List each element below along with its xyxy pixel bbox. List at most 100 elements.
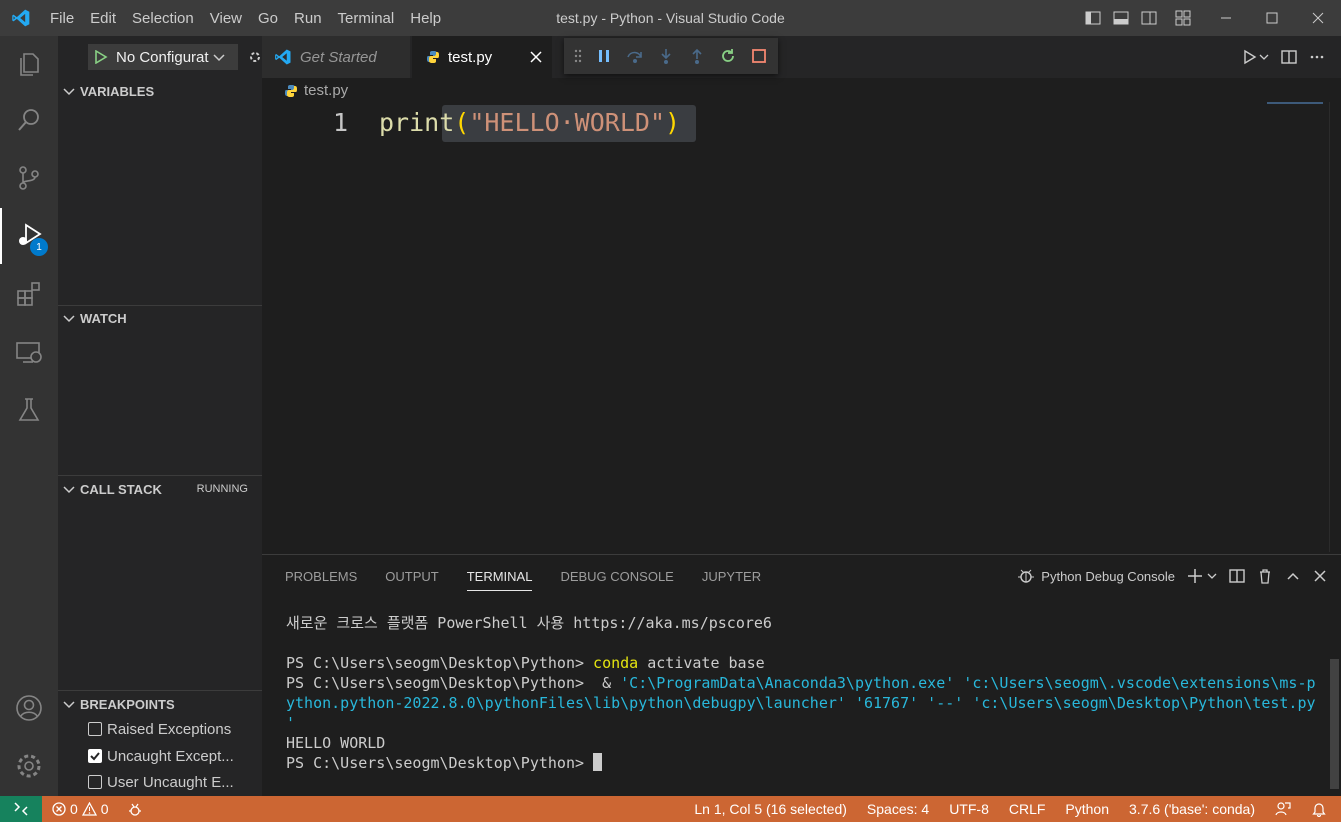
terminal-prompt: PS C:\Users\seogm\Desktop\Python> xyxy=(286,754,594,772)
debug-settings-gear-icon[interactable] xyxy=(248,49,262,65)
debug-configuration-select[interactable]: No Configurat xyxy=(88,44,238,70)
maximize-panel-icon[interactable] xyxy=(1285,568,1301,584)
step-into-icon[interactable] xyxy=(655,45,677,67)
menu-view[interactable]: View xyxy=(202,10,250,27)
tab-jupyter[interactable]: JUPYTER xyxy=(702,569,761,591)
accounts-icon[interactable] xyxy=(0,680,58,736)
variables-section-header[interactable]: VARIABLES xyxy=(58,79,262,103)
step-over-icon[interactable] xyxy=(624,45,646,67)
start-debugging-icon xyxy=(95,50,108,64)
end-of-line[interactable]: CRLF xyxy=(1009,801,1046,817)
call-stack-section-header[interactable]: CALL STACK RUNNING xyxy=(58,477,262,501)
source-control-icon[interactable] xyxy=(0,150,58,206)
testing-icon[interactable] xyxy=(0,382,58,438)
breakpoint-uncaught-exceptions[interactable]: Uncaught Except... xyxy=(88,743,234,769)
more-actions-icon[interactable] xyxy=(1309,49,1325,65)
terminal-output[interactable]: 새로운 크로스 플랫폼 PowerShell 사용 https://aka.ms… xyxy=(286,613,1316,773)
split-terminal-icon[interactable] xyxy=(1229,568,1245,584)
editor-scrollbar[interactable] xyxy=(1329,102,1341,552)
tab-problems[interactable]: PROBLEMS xyxy=(285,569,357,591)
terminal-line: ' xyxy=(286,714,296,732)
activity-bar: 1 xyxy=(0,36,58,796)
tab-terminal[interactable]: TERMINAL xyxy=(466,569,533,591)
chevron-down-icon xyxy=(1207,573,1217,579)
debug-status-icon[interactable] xyxy=(127,801,143,817)
breakpoint-user-uncaught[interactable]: User Uncaught E... xyxy=(88,769,234,795)
split-editor-icon[interactable] xyxy=(1281,49,1297,65)
run-and-debug-icon[interactable]: 1 xyxy=(0,208,58,264)
status-bar-right: Ln 1, Col 5 (16 selected) Spaces: 4 UTF-… xyxy=(694,796,1327,822)
terminal-select[interactable]: Python Debug Console xyxy=(1017,567,1175,585)
debug-badge: 1 xyxy=(30,238,48,256)
menu-help[interactable]: Help xyxy=(402,10,449,27)
tab-test-py[interactable]: test.py xyxy=(412,36,552,78)
toggle-secondary-sidebar-icon[interactable] xyxy=(1135,0,1163,36)
terminal-line: 새로운 크로스 플랫폼 PowerShell 사용 https://aka.ms… xyxy=(286,614,772,632)
status-bar: 0 0 Ln 1, Col 5 (16 selected) Spaces: 4 … xyxy=(0,796,1341,822)
title-bar: File Edit Selection View Go Run Terminal… xyxy=(0,0,1341,36)
close-panel-icon[interactable] xyxy=(1313,569,1327,583)
terminal-command: conda xyxy=(593,654,639,672)
breakpoint-label: User Uncaught E... xyxy=(107,773,234,791)
indentation[interactable]: Spaces: 4 xyxy=(867,801,929,817)
menu-go[interactable]: Go xyxy=(250,10,286,27)
problems-status[interactable]: 0 0 xyxy=(52,801,109,817)
new-terminal-icon[interactable] xyxy=(1187,568,1217,584)
python-file-icon xyxy=(426,50,440,64)
cursor-position[interactable]: Ln 1, Col 5 (16 selected) xyxy=(694,801,847,817)
menu-selection[interactable]: Selection xyxy=(124,10,202,27)
variables-title: VARIABLES xyxy=(80,83,155,99)
tab-label: test.py xyxy=(448,48,493,66)
encoding[interactable]: UTF-8 xyxy=(949,801,989,817)
debug-bug-icon xyxy=(1018,569,1035,583)
remote-indicator-icon[interactable] xyxy=(0,796,42,822)
panel-actions: Python Debug Console xyxy=(1017,567,1327,585)
close-tab-icon[interactable] xyxy=(530,51,542,63)
tab-get-started[interactable]: Get Started xyxy=(262,36,410,78)
checkbox[interactable] xyxy=(88,722,102,736)
checkbox[interactable] xyxy=(88,775,102,789)
toggle-panel-icon[interactable] xyxy=(1107,0,1135,36)
maximize-icon[interactable] xyxy=(1249,0,1295,36)
language-mode[interactable]: Python xyxy=(1065,801,1109,817)
code-text[interactable]: print("HELLO·WORLD") xyxy=(379,104,680,142)
code-line[interactable]: 1 print("HELLO·WORLD") xyxy=(262,104,1341,142)
menu-terminal[interactable]: Terminal xyxy=(330,10,403,27)
extensions-icon[interactable] xyxy=(0,266,58,322)
manage-gear-icon[interactable] xyxy=(0,738,58,794)
window-controls xyxy=(1079,0,1341,36)
search-icon[interactable] xyxy=(0,92,58,148)
menu-file[interactable]: File xyxy=(42,10,82,27)
chevron-down-icon xyxy=(58,85,80,97)
code-string: "HELLO·WORLD" xyxy=(469,108,665,137)
toggle-sidebar-icon[interactable] xyxy=(1079,0,1107,36)
explorer-icon[interactable] xyxy=(0,36,58,92)
breakpoint-raised-exceptions[interactable]: Raised Exceptions xyxy=(88,716,231,742)
checkbox-checked[interactable] xyxy=(88,749,102,763)
tab-debug-console[interactable]: DEBUG CONSOLE xyxy=(560,569,673,591)
close-window-icon[interactable] xyxy=(1295,0,1341,36)
feedback-icon[interactable] xyxy=(1275,801,1291,817)
watch-section-header[interactable]: WATCH xyxy=(58,306,262,330)
terminal-scrollbar[interactable] xyxy=(1330,659,1339,789)
stop-icon[interactable] xyxy=(748,45,770,67)
python-interpreter[interactable]: 3.7.6 ('base': conda) xyxy=(1129,801,1255,817)
minimize-icon[interactable] xyxy=(1203,0,1249,36)
menu-edit[interactable]: Edit xyxy=(82,10,124,27)
customize-layout-icon[interactable] xyxy=(1163,0,1203,36)
pause-icon[interactable] xyxy=(593,45,615,67)
notifications-bell-icon[interactable] xyxy=(1311,801,1327,817)
section-divider xyxy=(58,690,262,691)
restart-icon[interactable] xyxy=(717,45,739,67)
run-python-file-icon[interactable] xyxy=(1243,49,1269,65)
breadcrumb[interactable]: test.py xyxy=(284,82,348,99)
kill-terminal-icon[interactable] xyxy=(1257,568,1273,584)
drag-handle-icon[interactable] xyxy=(572,45,584,67)
remote-explorer-icon[interactable] xyxy=(0,324,58,380)
menu-run[interactable]: Run xyxy=(286,10,330,27)
error-count: 0 xyxy=(70,801,78,817)
tab-output[interactable]: OUTPUT xyxy=(385,569,438,591)
chevron-down-icon xyxy=(58,483,80,495)
step-out-icon[interactable] xyxy=(686,45,708,67)
breakpoints-section-header[interactable]: BREAKPOINTS xyxy=(58,692,262,716)
